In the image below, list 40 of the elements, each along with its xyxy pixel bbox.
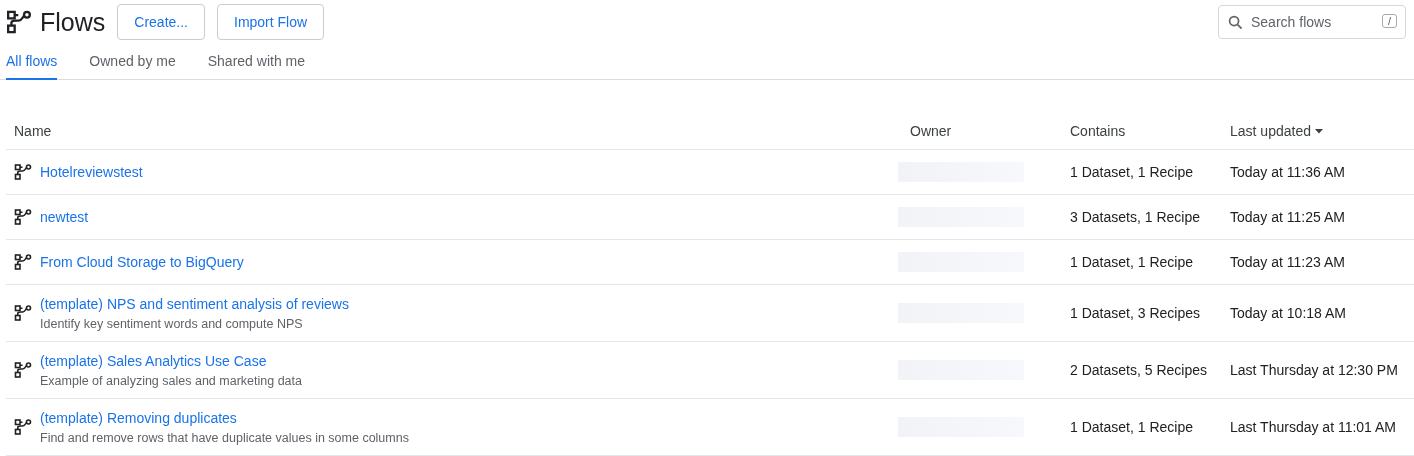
flow-icon	[14, 163, 32, 181]
flow-icon	[14, 418, 32, 436]
last-updated-cell-text: Today at 11:25 AM	[1229, 209, 1346, 225]
column-header[interactable]: Name	[6, 123, 902, 139]
flow-name-link[interactable]: Hotelreviewstest	[40, 164, 143, 180]
last-updated-cell-text: Today at 11:36 AM	[1229, 164, 1346, 180]
contains-cell-text: 1 Dataset, 3 Recipes	[1069, 305, 1201, 321]
flow-name-link[interactable]: (template) NPS and sentiment analysis of reviews	[40, 296, 349, 312]
flow-icon	[14, 304, 32, 322]
flow-name-link[interactable]: (template) Removing duplicates	[40, 410, 237, 426]
column-header[interactable]: Owner	[902, 123, 1062, 139]
column-header[interactable]: Last updated	[1222, 123, 1414, 139]
contains-cell-text: 1 Dataset, 1 Recipe	[1069, 164, 1194, 180]
last-updated-cell-text: Last Thursday at 11:01 AM	[1229, 419, 1398, 435]
flow-name-link[interactable]: newtest	[40, 209, 89, 225]
create-button[interactable]: Create...	[117, 4, 205, 40]
flow-name-link[interactable]: (template) Sales Analytics Use Case	[40, 353, 267, 369]
last-updated-cell-text: Last Thursday at 12:30 PM	[1229, 362, 1399, 378]
contains-cell-text: 2 Datasets, 5 Recipes	[1069, 362, 1208, 378]
contains-cell-text: 3 Datasets, 1 Recipe	[1069, 209, 1201, 225]
shortcut-key: /	[1381, 14, 1397, 28]
contains-cell-text: 1 Dataset, 1 Recipe	[1069, 254, 1194, 270]
column-header[interactable]: Contains	[1062, 123, 1222, 139]
flow-description: Identify key sentiment words and compute NPS	[40, 317, 304, 331]
import-button[interactable]: Import Flow	[217, 4, 325, 40]
flow-icon	[14, 208, 32, 226]
flow-icon	[6, 9, 32, 35]
page-title: Flows	[40, 7, 106, 37]
search-icon	[1228, 15, 1243, 30]
contains-cell-text: 1 Dataset, 1 Recipe	[1069, 419, 1194, 435]
flow-description: Example of analyzing sales and marketing data	[40, 374, 302, 388]
flow-description: Find and remove rows that have duplicate values in some columns	[40, 431, 409, 445]
last-updated-cell-text: Today at 11:23 AM	[1229, 254, 1346, 270]
last-updated-cell-text: Today at 10:18 AM	[1229, 305, 1347, 321]
flow-icon	[14, 361, 32, 379]
tab[interactable]: Shared with me	[207, 44, 305, 80]
tab[interactable]: All flows	[6, 44, 58, 80]
flow-name-link[interactable]: From Cloud Storage to BigQuery	[40, 254, 244, 270]
flow-icon	[14, 253, 32, 271]
tab[interactable]: Owned by me	[89, 44, 176, 80]
